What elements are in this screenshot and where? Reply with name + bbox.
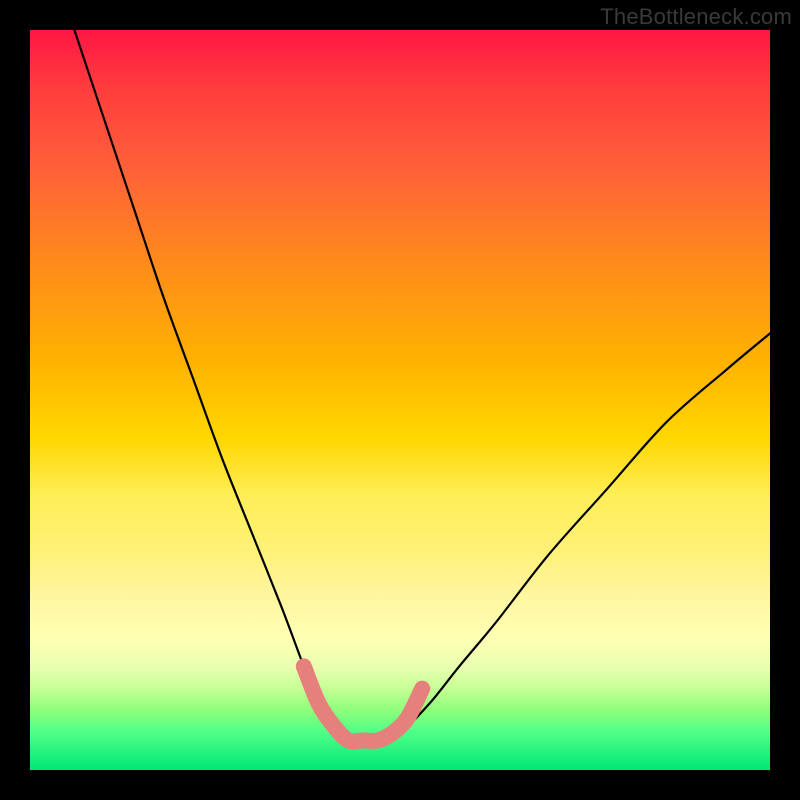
watermark-text: TheBottleneck.com	[600, 4, 792, 30]
bottleneck-curve-main	[74, 30, 770, 741]
chart-frame: TheBottleneck.com	[0, 0, 800, 800]
chart-svg	[30, 30, 770, 770]
bottleneck-curve-marker	[304, 666, 422, 741]
plot-area	[30, 30, 770, 770]
